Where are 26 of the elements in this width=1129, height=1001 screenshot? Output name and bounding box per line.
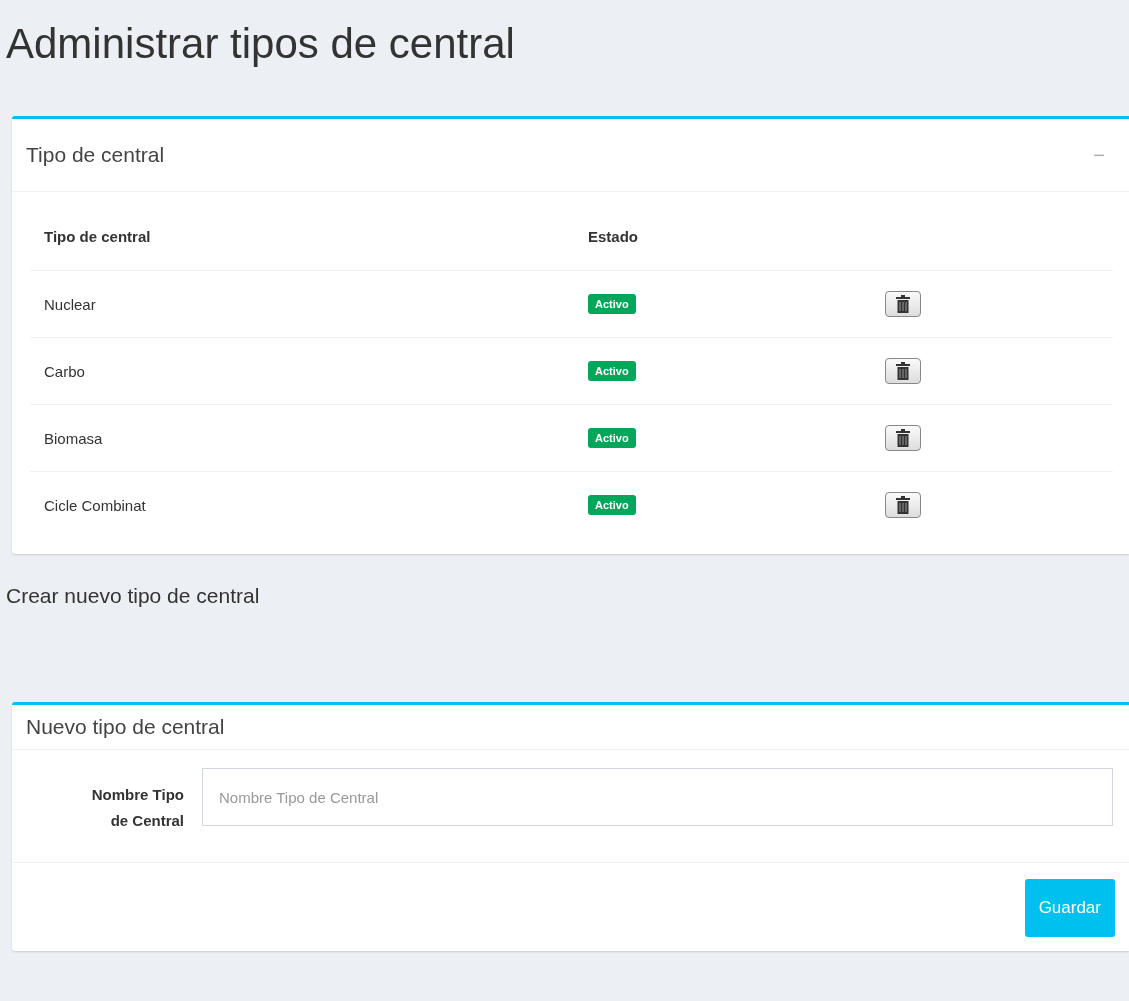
save-button[interactable]: Guardar — [1024, 879, 1115, 937]
table-cell: Biomasa — [30, 405, 574, 472]
page-title: Administrar tipos de central — [5, 19, 516, 69]
table-cell: Nuclear — [30, 271, 574, 338]
delete-button[interactable] — [885, 358, 921, 384]
panel-title: Nuevo tipo de central — [26, 715, 225, 739]
column-header: Estado — [574, 202, 871, 271]
name-input-field[interactable]: Nombre Tipo de Central — [202, 768, 1113, 826]
panel-title: Tipo de central — [26, 143, 165, 167]
status-badge: Activo — [588, 294, 636, 314]
status-badge: Activo — [588, 428, 636, 448]
section-title: Crear nuevo tipo de central — [5, 583, 261, 609]
delete-button[interactable] — [885, 492, 921, 518]
delete-button[interactable] — [885, 291, 921, 317]
status-badge: Activo — [588, 495, 636, 515]
table-cell: Carbo — [30, 338, 574, 405]
status-badge: Activo — [588, 361, 636, 381]
trash-icon — [895, 496, 911, 514]
trash-icon — [895, 429, 911, 447]
trash-icon — [895, 362, 911, 380]
field-label: Nombre Tipo de Central — [90, 785, 185, 831]
trash-icon — [895, 295, 911, 313]
table-cell-text: Cicle Combinat — [43, 495, 147, 516]
delete-button[interactable] — [885, 425, 921, 451]
collapse-button[interactable]: − — [1093, 143, 1105, 167]
column-header: Tipo de central — [30, 202, 574, 271]
